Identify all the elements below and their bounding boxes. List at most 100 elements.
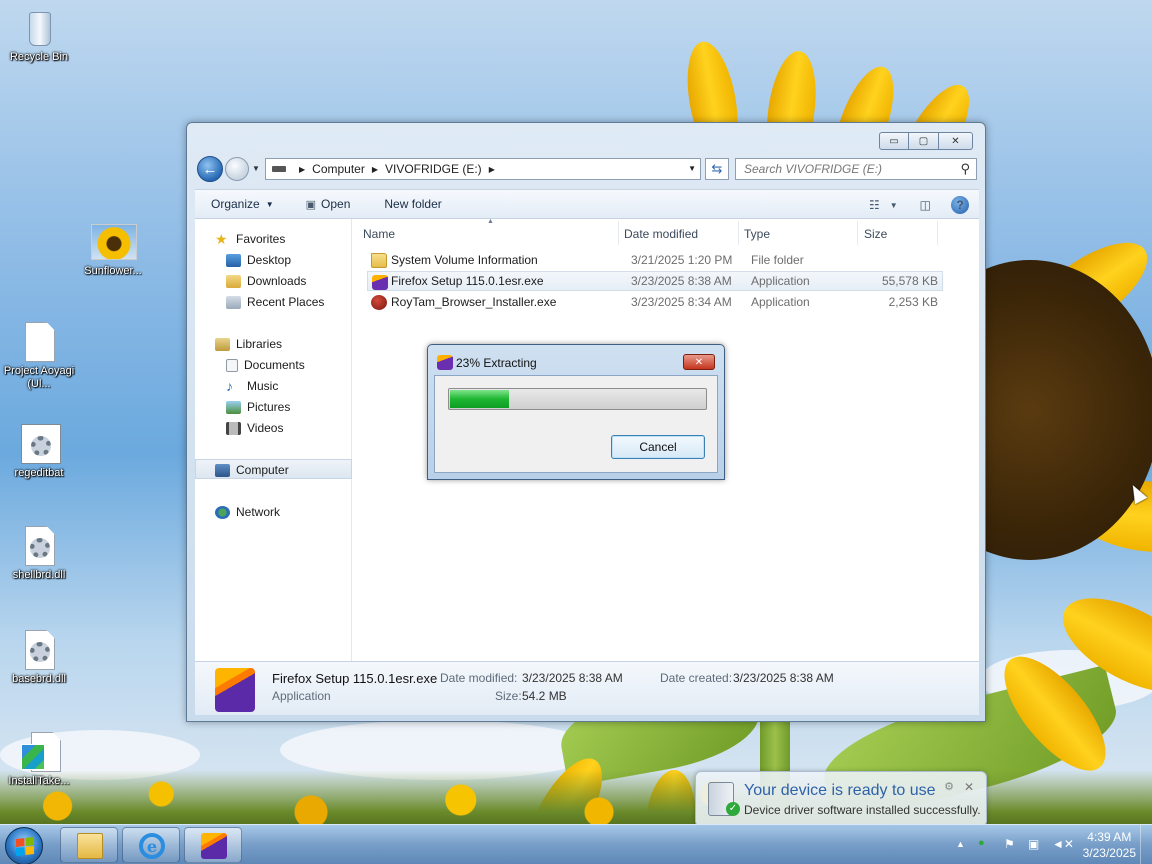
- breadcrumb-computer[interactable]: Computer: [312, 162, 365, 176]
- cancel-button[interactable]: Cancel: [611, 435, 705, 459]
- extract-dialog[interactable]: 23% Extracting ✕ Cancel: [427, 344, 725, 480]
- nav-downloads[interactable]: Downloads: [226, 271, 306, 291]
- close-button[interactable]: ✕: [939, 132, 973, 150]
- gear-icon: [30, 642, 50, 662]
- taskbar-firefox-setup-button[interactable]: [184, 827, 242, 863]
- device-ready-tray-icon[interactable]: ●: [978, 837, 985, 849]
- open-button[interactable]: ▣ Open: [296, 197, 361, 211]
- search-input[interactable]: Search VIVOFRIDGE (E:) ⚲: [735, 158, 977, 180]
- refresh-button[interactable]: ⇆: [705, 158, 729, 180]
- help-icon[interactable]: ?: [951, 196, 969, 214]
- desktop-icon-project-aoyagi[interactable]: Project Aoyagi (Ul...: [0, 322, 78, 391]
- new-folder-button[interactable]: New folder: [374, 197, 451, 211]
- nav-label: Desktop: [247, 253, 292, 267]
- music-icon: ♪: [226, 378, 233, 394]
- open-icon: ▣: [305, 198, 317, 211]
- nav-network[interactable]: Network: [215, 502, 280, 522]
- desktop-icon-shellbrd[interactable]: shellbrd.dll: [0, 526, 78, 582]
- action-center-flag-icon[interactable]: ⚑: [1004, 837, 1015, 851]
- desktop-icon-label: basebrd.dll: [12, 673, 66, 685]
- desktop-icon-basebrd[interactable]: basebrd.dll: [0, 630, 78, 686]
- options-icon[interactable]: ⚙: [944, 780, 954, 793]
- column-label: Size: [864, 227, 888, 241]
- folder-icon: [371, 253, 387, 268]
- caption-buttons: ▭ ▢ ✕: [879, 132, 973, 150]
- breadcrumb-drive[interactable]: VIVOFRIDGE (E:): [385, 162, 482, 176]
- volume-muted-icon[interactable]: ◄✕: [1052, 837, 1074, 851]
- column-header-size[interactable]: Size: [858, 221, 938, 245]
- desktop-icon-regeditbat[interactable]: regeditbat: [0, 424, 78, 480]
- column-header-date-modified[interactable]: Date modified: [618, 221, 739, 245]
- maximize-button[interactable]: ▢: [909, 132, 939, 150]
- breadcrumb-separator[interactable]: ▶: [372, 165, 378, 174]
- start-button[interactable]: [5, 827, 43, 864]
- nav-recent-places[interactable]: Recent Places: [226, 292, 324, 312]
- libraries-icon: [215, 337, 230, 351]
- details-date-modified: 3/23/2025 8:38 AM: [522, 671, 623, 685]
- nav-videos[interactable]: Videos: [226, 418, 283, 438]
- details-size-label: Size:: [495, 689, 522, 703]
- file-size: 55,578 KB: [881, 274, 938, 288]
- checkmark-icon: ✓: [726, 802, 740, 816]
- firefox-installer-icon: [215, 668, 255, 712]
- column-header-type[interactable]: Type: [738, 221, 858, 245]
- nav-label: Pictures: [247, 400, 291, 414]
- desktop-icon-recycle-bin[interactable]: Recycle Bin: [0, 8, 78, 64]
- nav-documents[interactable]: Documents: [226, 355, 305, 375]
- nav-favorites[interactable]: ★ Favorites: [215, 229, 285, 249]
- file-row[interactable]: RoyTam_Browser_Installer.exe 3/23/2025 8…: [367, 292, 943, 312]
- recent-pages-dropdown[interactable]: ▼: [252, 164, 260, 173]
- network-tray-icon[interactable]: ▣: [1028, 837, 1039, 851]
- image-icon: [91, 224, 137, 260]
- dialog-close-button[interactable]: ✕: [683, 354, 715, 370]
- file-name: Firefox Setup 115.0.1esr.exe: [391, 274, 544, 288]
- file-type: Application: [751, 274, 810, 288]
- organize-button[interactable]: Organize ▼: [195, 197, 284, 211]
- taskbar-ie-button[interactable]: e: [122, 827, 180, 863]
- minimize-button[interactable]: ▭: [879, 132, 909, 150]
- nav-libraries[interactable]: Libraries: [215, 334, 282, 354]
- show-desktop-button[interactable]: [1140, 825, 1152, 864]
- desktop-icon-sunflower[interactable]: Sunflower...: [74, 222, 152, 278]
- taskbar: e ▲ ● ⚑ ▣ ◄✕ 4:39 AM 3/23/2025: [0, 824, 1152, 864]
- nav-label: Recent Places: [247, 295, 325, 309]
- pictures-icon: [226, 400, 241, 414]
- notification-balloon[interactable]: ✓ Your device is ready to use Device dri…: [695, 771, 987, 827]
- desktop-icon-label: shellbrd.dll: [12, 569, 66, 581]
- drive-icon: [272, 166, 286, 172]
- address-dropdown[interactable]: ▼: [688, 164, 696, 173]
- search-icon[interactable]: ⚲: [960, 161, 970, 177]
- address-bar[interactable]: ▶ Computer ▶ VIVOFRIDGE (E:) ▶ ▼: [265, 158, 701, 180]
- refresh-icon: ⇆: [711, 161, 723, 176]
- breadcrumb-separator[interactable]: ▶: [299, 165, 305, 174]
- forward-button[interactable]: [225, 157, 249, 181]
- documents-icon: [226, 358, 238, 372]
- nav-label: Favorites: [236, 232, 286, 246]
- balloon-close-button[interactable]: ✕: [964, 780, 974, 794]
- chevron-down-icon[interactable]: ▼: [890, 201, 898, 210]
- nav-label: Libraries: [236, 337, 283, 351]
- back-button[interactable]: ←: [197, 156, 223, 182]
- breadcrumb-separator[interactable]: ▶: [489, 165, 495, 174]
- nav-desktop[interactable]: Desktop: [226, 250, 291, 270]
- nav-computer[interactable]: Computer: [215, 460, 289, 480]
- file-name: System Volume Information: [391, 253, 538, 267]
- desktop-icon-label: Recycle Bin: [9, 51, 69, 63]
- nav-pictures[interactable]: Pictures: [226, 397, 290, 417]
- nav-music[interactable]: ♪ Music: [226, 376, 278, 396]
- column-header-name[interactable]: ▲ Name: [357, 218, 619, 245]
- view-options-icon[interactable]: ☷: [869, 198, 880, 212]
- gear-icon: [31, 436, 51, 456]
- file-row[interactable]: System Volume Information 3/21/2025 1:20…: [367, 250, 943, 270]
- file-row-selected[interactable]: Firefox Setup 115.0.1esr.exe 3/23/2025 8…: [367, 271, 943, 291]
- desktop-icon: [226, 253, 241, 267]
- preview-pane-icon[interactable]: ◫: [920, 198, 931, 212]
- show-hidden-icons-button[interactable]: ▲: [956, 839, 965, 849]
- taskbar-explorer-button[interactable]: [60, 827, 118, 863]
- clock[interactable]: 4:39 AM 3/23/2025: [1083, 829, 1136, 861]
- nav-label: Network: [236, 505, 281, 519]
- desktop-icon-installtake[interactable]: InstallTake...: [0, 732, 78, 788]
- recycle-bin-icon: [29, 12, 51, 46]
- progress-fill: [450, 390, 509, 408]
- column-label: Type: [744, 227, 771, 241]
